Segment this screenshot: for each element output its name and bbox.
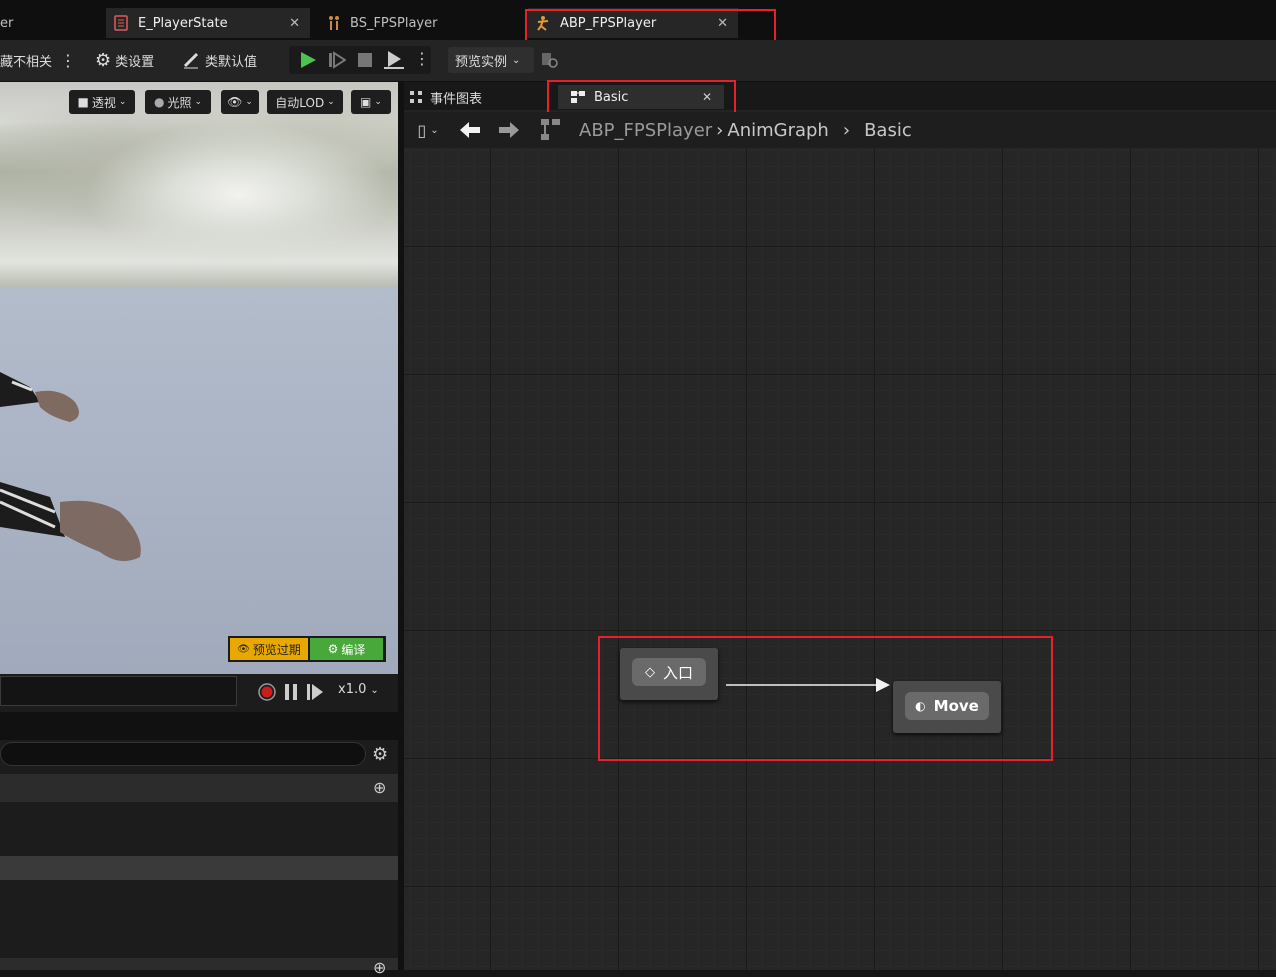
preview-outdated-badge: 👁 预览过期 <box>230 638 308 660</box>
more-options-icon[interactable]: ⋮ <box>60 48 76 72</box>
eye-icon: 👁 <box>227 95 243 109</box>
eye-icon: 👁 <box>237 643 250 655</box>
sphere-icon: ● <box>153 95 165 109</box>
back-arrow-icon[interactable] <box>459 120 481 140</box>
breadcrumb-item[interactable]: ABP_FPSPlayer <box>579 120 712 141</box>
graph-canvas[interactable]: ◇ 入口 ◐ Move <box>404 148 1276 970</box>
breadcrumb: ABP_FPSPlayer › AnimGraph › Basic <box>579 118 912 142</box>
tab-event-graph[interactable]: 事件图表 <box>409 87 482 107</box>
breadcrumb-item: Basic <box>864 119 912 141</box>
bookmark-icon: ▯ <box>417 120 427 140</box>
pencil-icon <box>183 52 199 69</box>
record-icon[interactable] <box>257 682 277 702</box>
chevron-down-icon: ⌄ <box>370 685 379 696</box>
add-icon[interactable]: ⊕ <box>373 958 386 977</box>
compile-button[interactable]: ⚙ 编译 <box>310 638 383 660</box>
close-icon[interactable]: ✕ <box>289 16 300 31</box>
step-icon[interactable] <box>328 51 346 69</box>
bookmark-dropdown[interactable]: ▯ ⌄ <box>408 118 448 142</box>
image-icon: ▣ <box>360 95 372 109</box>
auto-lod-dropdown[interactable]: 自动LOD ⌄ <box>267 90 343 114</box>
camera-icon: ■ <box>77 95 89 109</box>
chevron-down-icon: ⌄ <box>118 97 127 107</box>
play-icon[interactable] <box>299 51 317 69</box>
screen-options-dropdown[interactable]: ▣ ⌄ <box>351 90 391 114</box>
add-icon[interactable]: ⊕ <box>373 778 386 797</box>
stop-icon[interactable] <box>356 51 374 69</box>
chevron-right-icon: › <box>716 119 724 141</box>
graph-icon <box>410 91 422 103</box>
chevron-down-icon: ⌄ <box>512 54 521 66</box>
preview-viewport[interactable]: ■ 透视 ⌄ ● 光照 ⌄ 👁 ⌄ 自动LOD ⌄ ▣ ⌄ 👁 预览过期 ⚙ 编译 <box>0 82 398 674</box>
character-arms <box>0 372 141 561</box>
simulate-icon[interactable] <box>384 50 404 70</box>
chevron-down-icon: ⌄ <box>194 97 203 107</box>
tab-previous-asset[interactable]: er <box>0 8 98 38</box>
enum-asset-icon <box>114 15 128 31</box>
class-settings-button[interactable]: ⚙ 类设置 <box>95 48 154 72</box>
tab-e-playerstate[interactable]: E_PlayerState ✕ <box>106 8 310 38</box>
playback-speed-dropdown[interactable]: x1.0 ⌄ <box>338 682 379 697</box>
state-machine-icon <box>541 119 560 140</box>
section-header <box>0 774 398 802</box>
section-header <box>0 958 398 970</box>
timeline-panel: x1.0 ⌄ ⚙ ⊕ ⊕ <box>0 674 398 977</box>
gear-icon[interactable]: ⚙ <box>372 744 388 765</box>
pause-icon[interactable] <box>284 683 298 701</box>
gear-icon: ⚙ <box>95 49 112 71</box>
tab-bs-fpsplayer[interactable]: BS_FPSPlayer <box>318 8 518 38</box>
play-options-icon[interactable]: ⋮ <box>414 49 430 68</box>
chevron-down-icon: ⌄ <box>245 97 253 107</box>
list-item[interactable] <box>0 856 398 880</box>
chevron-right-icon: › <box>842 119 851 141</box>
panel-header <box>0 712 398 740</box>
show-flags-dropdown[interactable]: 👁 ⌄ <box>221 90 259 114</box>
breadcrumb-item[interactable]: AnimGraph <box>727 120 828 141</box>
play-controls: ⋮ <box>289 46 431 74</box>
blendspace-asset-icon <box>329 16 339 30</box>
step-forward-icon[interactable] <box>306 683 324 701</box>
forward-arrow-icon[interactable] <box>498 120 520 140</box>
highlight-box-graph-nodes <box>598 636 1053 761</box>
lighting-dropdown[interactable]: ● 光照 ⌄ <box>145 90 211 114</box>
perspective-dropdown[interactable]: ■ 透视 ⌄ <box>69 90 135 114</box>
timeline-scrubber[interactable] <box>0 676 237 706</box>
graph-tab-bar <box>404 82 1276 110</box>
class-defaults-button[interactable]: 类默认值 <box>182 48 257 72</box>
chevron-down-icon: ⌄ <box>430 124 439 136</box>
gear-icon: ⚙ <box>327 642 339 656</box>
search-input[interactable] <box>0 742 366 766</box>
chevron-down-icon: ⌄ <box>374 97 382 107</box>
chevron-down-icon: ⌄ <box>327 97 335 107</box>
document-tab-bar: er E_PlayerState ✕ BS_FPSPlayer ABP_FPSP… <box>0 0 1276 43</box>
main-toolbar: 藏不相关 ⋮ ⚙ 类设置 类默认值 ⋮ 预览实例 ⌄ <box>0 40 1276 82</box>
graph-breadcrumb-bar: ▯ ⌄ ABP_FPSPlayer › AnimGraph › Basic <box>404 112 1276 148</box>
highlight-box-abp-tab <box>525 9 776 43</box>
hide-unrelated-button[interactable]: 藏不相关 <box>0 48 52 72</box>
preview-instance-dropdown[interactable]: 预览实例 ⌄ <box>448 47 534 73</box>
debug-object-icon[interactable] <box>541 52 559 68</box>
compile-status-bar: 👁 预览过期 ⚙ 编译 <box>228 636 386 662</box>
